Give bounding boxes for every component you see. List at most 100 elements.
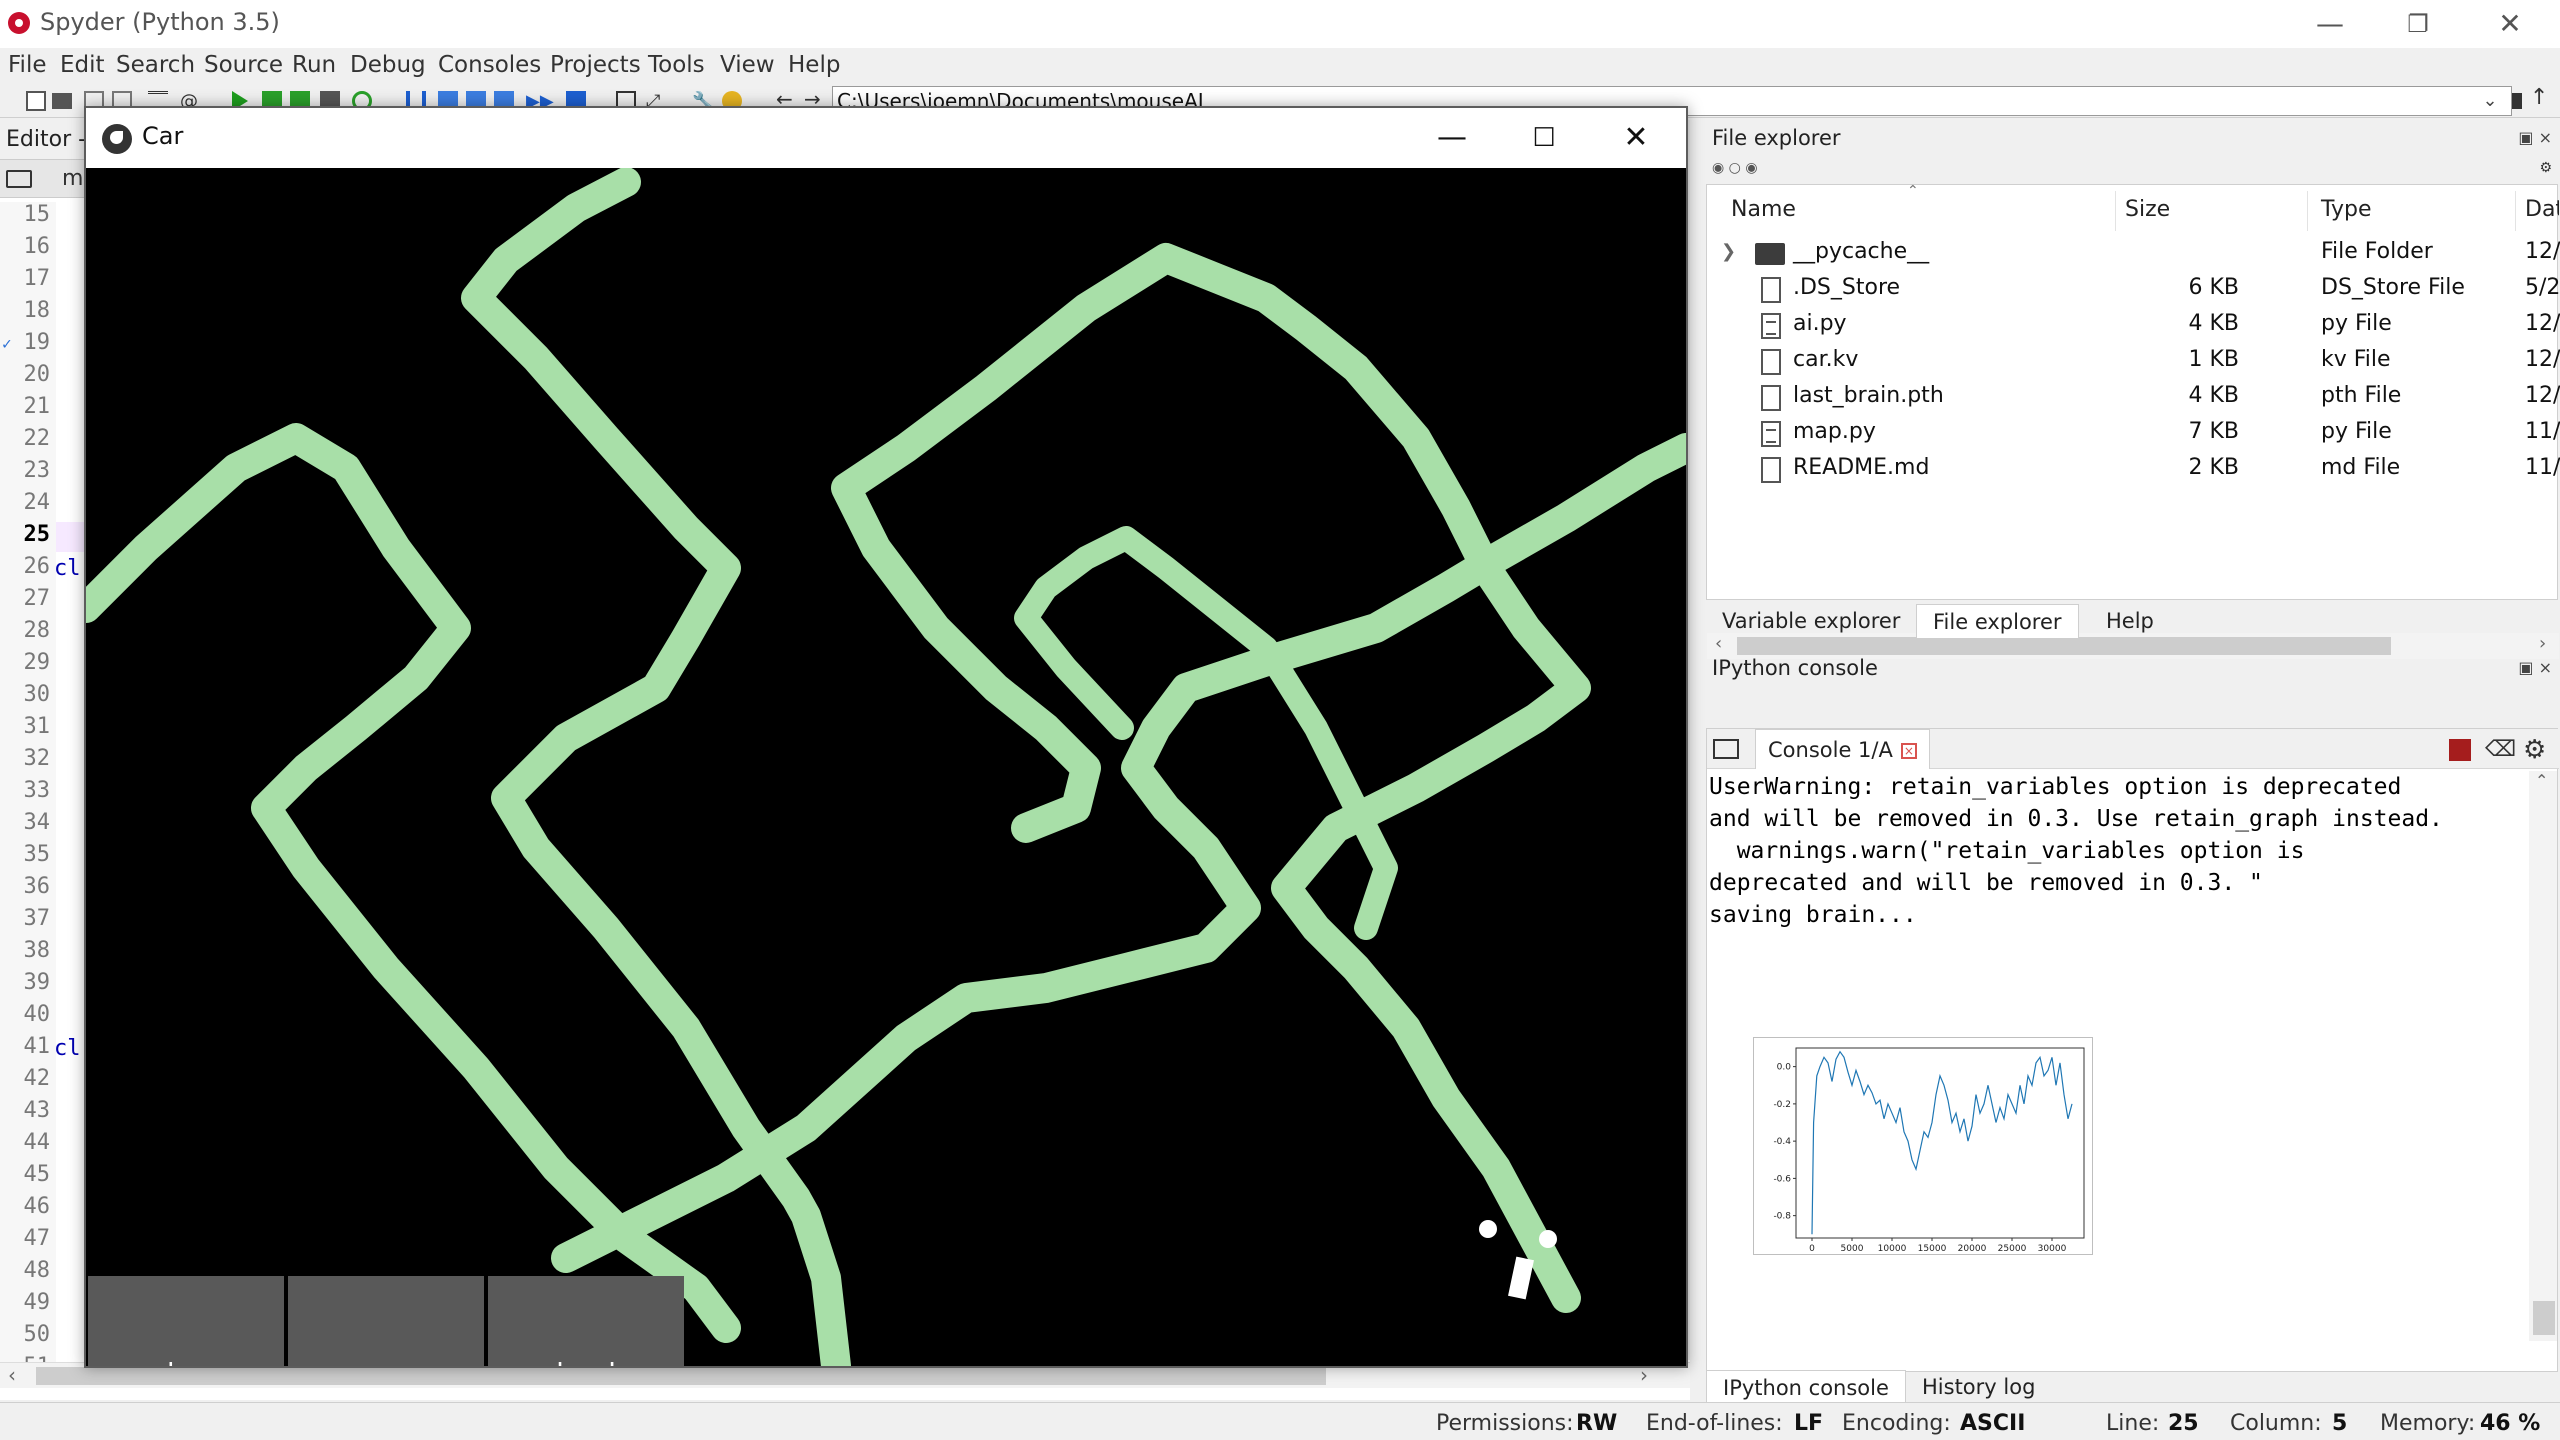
- current-line-highlight: [56, 522, 86, 552]
- line-number: 31: [23, 714, 51, 739]
- back-arrow-icon[interactable]: ←: [776, 87, 796, 111]
- undock-close-icon[interactable]: ▣ ×: [2518, 658, 2552, 677]
- x-tick-label: 30000: [2038, 1244, 2067, 1254]
- line-number: 41: [23, 1034, 51, 1059]
- undock-close-icon[interactable]: ▣ ×: [2518, 128, 2552, 147]
- x-tick-label: 0: [1809, 1244, 1815, 1254]
- scroll-left-icon[interactable]: ‹: [8, 1363, 16, 1387]
- fold-marker-icon[interactable]: ✓: [2, 334, 12, 353]
- menu-view[interactable]: View: [720, 52, 775, 78]
- line-number: 28: [23, 618, 51, 643]
- file-date: 11/2: [2525, 419, 2560, 444]
- y-tick-label: -0.8: [1773, 1212, 1791, 1222]
- line-number: 34: [23, 810, 51, 835]
- file-type: py File: [2321, 419, 2392, 444]
- menu-file[interactable]: File: [8, 52, 47, 78]
- gear-icon[interactable]: ⚙: [2523, 735, 2551, 765]
- text-file-icon: [1761, 421, 1781, 447]
- file-row[interactable]: README.md 2 KB md File 11/2: [1707, 451, 2560, 487]
- car-map-canvas[interactable]: clear save load: [86, 168, 1686, 1366]
- menu-consoles[interactable]: Consoles: [438, 52, 541, 78]
- fe-nav-icons[interactable]: ◉ ○ ◉: [1712, 160, 1758, 176]
- file-size: 1 KB: [2188, 347, 2239, 372]
- forward-arrow-icon[interactable]: →: [804, 87, 824, 111]
- close-tab-icon[interactable]: ×: [1900, 743, 1917, 759]
- scrollbar-thumb[interactable]: [1737, 637, 2391, 655]
- load-button[interactable]: load: [488, 1276, 684, 1366]
- column-header-date[interactable]: Dat: [2525, 197, 2559, 222]
- file-name: .DS_Store: [1793, 275, 1901, 300]
- line-number: 46: [23, 1194, 51, 1219]
- scroll-up-icon[interactable]: ⌃: [2535, 771, 2548, 790]
- tab-history-log[interactable]: History log: [1906, 1370, 2051, 1404]
- open-file-icon[interactable]: [52, 93, 72, 109]
- menu-projects[interactable]: Projects: [550, 52, 641, 78]
- close-icon[interactable]: ✕: [1606, 116, 1666, 160]
- sort-caret-icon: ⌃: [1907, 183, 1919, 199]
- x-tick-label: 25000: [1998, 1244, 2027, 1254]
- expand-arrow-icon[interactable]: ❯: [1721, 241, 1736, 262]
- minimize-icon[interactable]: —: [1422, 116, 1482, 160]
- save-button[interactable]: save: [288, 1276, 484, 1366]
- tab-help[interactable]: Help: [2090, 604, 2170, 638]
- menu-edit[interactable]: Edit: [60, 52, 105, 78]
- y-tick-label: 0.0: [1777, 1063, 1792, 1073]
- file-row[interactable]: ❯ __pycache__ File Folder 12/1: [1707, 235, 2560, 271]
- scrollbar-thumb[interactable]: [36, 1367, 1326, 1385]
- menu-run[interactable]: Run: [292, 52, 336, 78]
- file-name: car.kv: [1793, 347, 1859, 372]
- stop-kernel-icon[interactable]: [2449, 739, 2471, 761]
- line-number: 16: [23, 234, 51, 259]
- file-name: __pycache__: [1793, 239, 1930, 264]
- column-header-size[interactable]: Size: [2125, 197, 2170, 222]
- file-row[interactable]: .DS_Store 6 KB DS_Store File 5/29: [1707, 271, 2560, 307]
- folder-icon[interactable]: [6, 170, 32, 188]
- menu-debug[interactable]: Debug: [350, 52, 426, 78]
- minimize-icon[interactable]: —: [2300, 4, 2360, 44]
- fe-options-icon[interactable]: ⚙: [2539, 160, 2552, 176]
- car-window[interactable]: Car — ☐ ✕ clear save load: [84, 106, 1688, 1368]
- restore-icon[interactable]: ❐: [2388, 4, 2448, 44]
- file-row[interactable]: last_brain.pth 4 KB pth File 12/2: [1707, 379, 2560, 415]
- x-tick-label: 10000: [1878, 1244, 1907, 1254]
- car-window-titlebar[interactable]: Car — ☐ ✕: [86, 108, 1686, 168]
- menu-help[interactable]: Help: [788, 52, 840, 78]
- new-file-icon[interactable]: [26, 91, 46, 111]
- sand-drawing: [86, 168, 1686, 1366]
- file-explorer-tree[interactable]: Name ⌃ Size Type Dat ❯ __pycache__ File …: [1706, 183, 2560, 659]
- column-divider[interactable]: [2115, 191, 2116, 231]
- tab-ipython-console[interactable]: IPython console: [1706, 1370, 1906, 1404]
- column-header-name[interactable]: Name: [1731, 197, 1796, 222]
- scrollbar-thumb[interactable]: [2533, 1301, 2555, 1335]
- console-tab[interactable]: Console 1/A ×: [1755, 729, 1930, 769]
- file-date: 11/2: [2525, 455, 2560, 480]
- code-fragment[interactable]: cl: [54, 556, 81, 581]
- eraser-icon[interactable]: ⌫: [2485, 737, 2516, 762]
- file-row[interactable]: ai.py 4 KB py File 12/1: [1707, 307, 2560, 343]
- menu-source[interactable]: Source: [204, 52, 283, 78]
- statusbar: Permissions: RW End-of-lines: LF Encodin…: [0, 1402, 2560, 1440]
- console-vertical-scrollbar[interactable]: ⌃: [2529, 771, 2557, 1341]
- menu-tools[interactable]: Tools: [648, 52, 705, 78]
- menu-search[interactable]: Search: [116, 52, 195, 78]
- tab-file-explorer[interactable]: File explorer: [1916, 604, 2079, 638]
- column-header-type[interactable]: Type: [2321, 197, 2372, 222]
- line-number: 20: [23, 362, 51, 387]
- file-row[interactable]: car.kv 1 KB kv File 12/1: [1707, 343, 2560, 379]
- folder-icon[interactable]: [1713, 739, 1739, 759]
- parent-dir-icon[interactable]: ↑: [2530, 85, 2550, 110]
- spyder-logo-icon: [8, 12, 30, 34]
- tab-variable-explorer[interactable]: Variable explorer: [1706, 604, 1916, 638]
- close-icon[interactable]: ✕: [2480, 4, 2540, 44]
- maximize-icon[interactable]: ☐: [1514, 116, 1574, 160]
- eol-label: End-of-lines:: [1646, 1411, 1783, 1436]
- code-fragment[interactable]: cl: [54, 1036, 81, 1061]
- column-divider[interactable]: [2307, 191, 2308, 231]
- file-name: ai.py: [1793, 311, 1847, 336]
- column-divider[interactable]: [2515, 191, 2516, 231]
- line-number: 49: [23, 1290, 51, 1315]
- file-explorer-title: File explorer: [1712, 126, 1841, 150]
- clear-button[interactable]: clear: [88, 1276, 284, 1366]
- file-row[interactable]: map.py 7 KB py File 11/2: [1707, 415, 2560, 451]
- chevron-down-icon[interactable]: ⌄: [2476, 88, 2504, 114]
